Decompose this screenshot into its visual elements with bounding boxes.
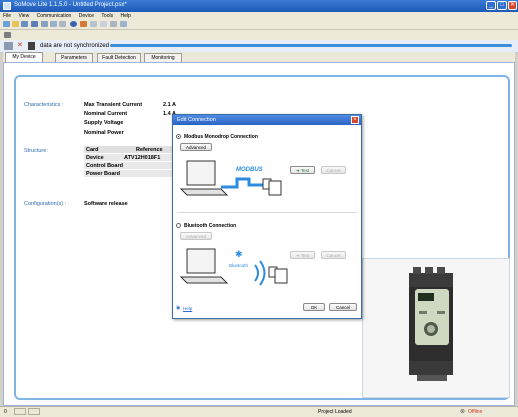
characteristic-name: Nominal Power — [84, 130, 124, 136]
status-panel — [28, 408, 40, 415]
close-button[interactable]: ✕ — [508, 1, 517, 10]
card-name: Control Board — [86, 163, 123, 169]
cancel-test-button[interactable]: Cancel — [321, 166, 346, 174]
modbus-connection-illustration — [179, 160, 282, 196]
test-button[interactable]: ➜ Test — [290, 166, 315, 174]
characteristic-name: Nominal Current — [84, 111, 128, 117]
menu-tools[interactable]: Tools — [101, 12, 113, 20]
modbus-logo: MODBUS — [236, 167, 263, 173]
ok-button[interactable]: OK — [303, 303, 325, 311]
bluetooth-radio[interactable] — [176, 223, 181, 228]
tab-my-device[interactable]: My Device — [5, 52, 43, 62]
column-header-reference: Reference — [136, 147, 163, 153]
menu-device[interactable]: Device — [79, 12, 94, 20]
toolbar — [0, 20, 518, 30]
status-bar: 0 Project Loaded ⊗ Offline — [0, 406, 518, 417]
disconnected-icon: ✕ — [17, 42, 23, 49]
device-image-frame — [362, 258, 510, 398]
home-icon[interactable] — [3, 21, 10, 27]
menu-view[interactable]: View — [18, 12, 29, 20]
modbus-connection-label: Modbus Monodrop Connection — [184, 134, 258, 140]
edit-connection-dialog: Edit Connection × Modbus Monodrop Connec… — [172, 114, 362, 319]
advanced-button[interactable]: Advanced — [180, 143, 212, 151]
status-left: 0 — [4, 409, 7, 415]
save-icon[interactable] — [21, 21, 28, 27]
print-icon[interactable] — [41, 21, 48, 27]
dialog-close-button[interactable]: × — [351, 116, 359, 124]
menu-bar: File View Communication Device Tools Hel… — [0, 12, 518, 20]
characteristic-name: Max Transient Current — [84, 102, 143, 108]
card-name: Power Board — [86, 171, 120, 177]
window-title: SoMove Lite 1.1.5.0 - Untitled Project.p… — [14, 2, 127, 8]
cancel-button[interactable]: Cancel — [329, 303, 357, 311]
help-link[interactable]: Help — [183, 306, 192, 311]
offline-icon: ⊗ — [460, 409, 466, 415]
connect-icon[interactable] — [70, 21, 77, 27]
app-icon — [3, 2, 11, 10]
software-release-label: Software release — [84, 201, 128, 207]
compare-icon[interactable] — [50, 21, 57, 27]
section-divider — [177, 212, 357, 213]
bluetooth-connection-label: Bluetooth Connection — [184, 223, 237, 229]
structure-label: Structure: — [24, 148, 48, 154]
menu-communication[interactable]: Communication — [37, 12, 72, 20]
display-icon[interactable] — [120, 21, 127, 27]
test-label: Test — [300, 168, 310, 173]
characteristic-name: Supply Voltage — [84, 120, 124, 126]
status-panel — [14, 408, 26, 415]
transfer-icon[interactable] — [80, 21, 87, 27]
tab-fault-detection[interactable]: Fault Detection — [97, 53, 141, 62]
project-status: Project Loaded — [318, 409, 352, 415]
characteristic-value: 2.1 A — [163, 102, 176, 108]
bluetooth-connection-illustration: ✱ — [179, 248, 288, 286]
tab-parameters[interactable]: Parameters — [55, 53, 93, 62]
menu-help[interactable]: Help — [121, 12, 131, 20]
save-as-icon[interactable] — [31, 21, 38, 27]
offline-status: Offline — [468, 409, 483, 415]
tab-strip: My Device Parameters Fault Detection Mon… — [3, 52, 515, 62]
drive-product-image — [409, 267, 453, 381]
settings-icon[interactable] — [110, 21, 117, 27]
test-button-disabled[interactable]: ➜ Test — [290, 251, 315, 259]
characteristics-label: Characteristics : — [24, 102, 64, 108]
tab-monitoring[interactable]: Monitoring — [144, 53, 182, 62]
card-name: Device — [86, 155, 104, 161]
pc-icon — [4, 42, 13, 50]
maximize-button[interactable]: □ — [497, 1, 507, 10]
sync-indicator-line — [110, 44, 512, 47]
import-icon[interactable] — [59, 21, 66, 27]
dialog-title-bar: Edit Connection × — [173, 115, 361, 125]
scan-icon[interactable] — [90, 21, 97, 27]
modbus-radio[interactable] — [176, 134, 181, 139]
advanced-button-disabled[interactable]: Advanced — [180, 232, 212, 240]
bluetooth-icon: ✱ — [235, 250, 243, 260]
dialog-title: Edit Connection — [177, 117, 216, 123]
minimize-button[interactable]: _ — [486, 1, 496, 10]
card-reference: ATV12H018F1 — [124, 155, 161, 161]
open-folder-icon[interactable] — [12, 21, 19, 27]
help-icon[interactable]: ◉ — [176, 305, 180, 311]
secondary-toolbar — [0, 30, 518, 40]
printer-icon[interactable] — [4, 32, 11, 38]
menu-file[interactable]: File — [3, 12, 11, 20]
cancel-test-button-disabled[interactable]: Cancel — [321, 251, 346, 259]
drive-icon — [28, 42, 35, 50]
sync-status-text: data are not synchronized — [40, 43, 110, 49]
bluetooth-logo: Bluetooth — [229, 263, 249, 268]
configuration-label: Configuration(s) : — [24, 201, 67, 207]
title-bar: SoMove Lite 1.1.5.0 - Untitled Project.p… — [0, 0, 518, 12]
test-label: Test — [300, 253, 310, 258]
column-header-card: Card — [86, 147, 99, 153]
disconnect-icon[interactable] — [100, 21, 107, 27]
